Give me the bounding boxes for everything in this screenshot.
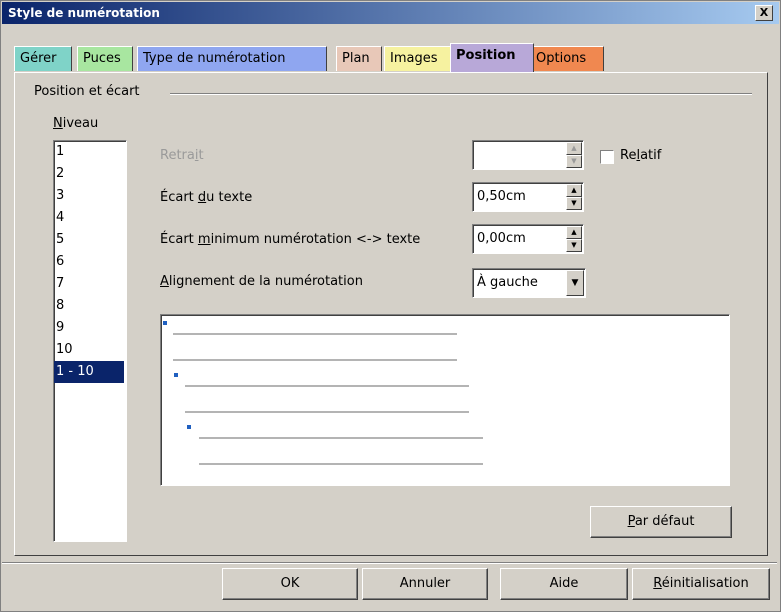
tab-type-numerotation[interactable]: Type de numérotation	[137, 46, 327, 71]
alignement-select[interactable]: À gauche ▼	[472, 268, 586, 298]
tab-puces[interactable]: Puces	[77, 46, 133, 71]
group-label: Position et écart	[34, 84, 144, 99]
preview-line	[173, 359, 457, 361]
chevron-down-icon[interactable]: ▼	[566, 270, 584, 296]
spin-up-icon[interactable]: ▲	[566, 226, 582, 239]
list-item[interactable]: 1	[54, 141, 126, 163]
window-title: Style de numérotation	[8, 6, 160, 20]
level-listbox[interactable]: 1 2 3 4 5 6 7 8 9 10 1 - 10	[53, 140, 127, 542]
close-icon: X	[759, 6, 769, 19]
group-divider	[170, 93, 752, 95]
ecart-min-label: Écart minimum numérotation <-> texte	[160, 232, 421, 247]
title-bar: Style de numérotation X	[2, 2, 779, 24]
reset-button[interactable]: Réinitialisation	[632, 568, 770, 600]
bullet-icon	[174, 373, 178, 377]
numbering-preview	[160, 314, 730, 486]
spin-down-icon[interactable]: ▼	[566, 197, 582, 210]
spin-up-icon[interactable]: ▲	[566, 184, 582, 197]
ecart-texte-label: Écart du texte	[160, 190, 253, 205]
relatif-checkbox[interactable]	[600, 150, 614, 164]
preview-line	[173, 333, 457, 335]
ecart-texte-spinner[interactable]: 0,50cm ▲ ▼	[472, 182, 584, 212]
list-item[interactable]: 1 - 10	[54, 361, 124, 383]
close-button[interactable]: X	[755, 5, 773, 21]
tab-options[interactable]: Options	[530, 46, 604, 71]
ecart-min-spinner[interactable]: 0,00cm ▲ ▼	[472, 224, 584, 254]
alignement-value: À gauche	[477, 275, 538, 290]
preview-line	[185, 411, 469, 413]
tab-position[interactable]: Position	[450, 43, 534, 72]
ok-button[interactable]: OK	[222, 568, 358, 600]
default-button[interactable]: Par défaut	[590, 506, 732, 538]
list-item[interactable]: 9	[54, 317, 126, 339]
preview-line	[199, 437, 483, 439]
tab-gerer[interactable]: Gérer	[14, 46, 72, 71]
spin-up-icon[interactable]: ▲	[566, 142, 582, 155]
alignement-label: Alignement de la numérotation	[160, 274, 363, 289]
preview-line	[185, 385, 469, 387]
list-item[interactable]: 2	[54, 163, 126, 185]
ecart-texte-value: 0,50cm	[477, 189, 526, 204]
relatif-label: Relatif	[620, 148, 662, 163]
tab-images[interactable]: Images	[384, 46, 452, 71]
list-item[interactable]: 10	[54, 339, 126, 361]
list-item[interactable]: 3	[54, 185, 126, 207]
preview-line	[199, 463, 483, 465]
list-item[interactable]: 5	[54, 229, 126, 251]
footer-divider	[2, 562, 777, 564]
list-item[interactable]: 6	[54, 251, 126, 273]
help-button[interactable]: Aide	[500, 568, 628, 600]
cancel-button[interactable]: Annuler	[362, 568, 488, 600]
bullet-icon	[187, 425, 191, 429]
retrait-label: Retrait	[160, 148, 204, 163]
ecart-min-value: 0,00cm	[477, 231, 526, 246]
spin-down-icon[interactable]: ▼	[566, 239, 582, 252]
list-item[interactable]: 7	[54, 273, 126, 295]
retrait-spinner[interactable]: ▲ ▼	[472, 140, 584, 170]
level-label: Niveau	[53, 116, 99, 131]
tab-plan[interactable]: Plan	[336, 46, 382, 71]
list-item[interactable]: 8	[54, 295, 126, 317]
spin-down-icon[interactable]: ▼	[566, 155, 582, 168]
list-item[interactable]: 4	[54, 207, 126, 229]
bullet-icon	[163, 321, 167, 325]
